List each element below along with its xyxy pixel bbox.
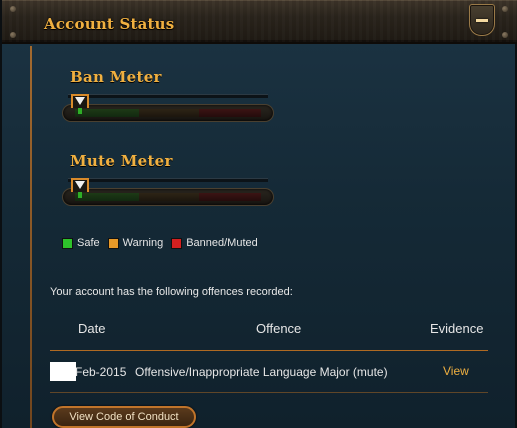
legend-item-safe: Safe: [62, 237, 100, 249]
redacted-day: [50, 362, 76, 381]
meter-warning-zone: [139, 193, 199, 201]
ban-meter: [62, 94, 274, 130]
ban-meter-marker: [71, 94, 89, 114]
column-header-offence: Offence: [256, 321, 302, 336]
table-row-divider: [50, 392, 488, 393]
mute-meter-title: Mute Meter: [70, 152, 173, 170]
ban-meter-title: Ban Meter: [70, 68, 162, 86]
marker-tip: [78, 108, 82, 114]
legend-item-warning: Warning: [107, 237, 164, 249]
collapse-button[interactable]: [469, 4, 495, 36]
down-triangle-icon: [75, 181, 85, 189]
window-title: Account Status: [44, 15, 175, 33]
view-evidence-link[interactable]: View: [443, 364, 469, 378]
panel-border-accent: [30, 46, 32, 428]
offence-description: Offensive/Inappropriate Language Major (…: [135, 365, 388, 379]
warning-swatch: [107, 237, 119, 249]
meter-banned-zone: [199, 109, 261, 117]
banned-swatch: [171, 237, 183, 249]
mute-meter: [62, 178, 274, 214]
meter-legend: Safe Warning Banned/Muted: [62, 236, 258, 250]
column-header-date: Date: [78, 321, 106, 336]
legend-label: Banned/Muted: [186, 237, 258, 249]
titlebar: Account Status: [2, 0, 517, 44]
minus-icon: [476, 19, 488, 22]
offence-date: Feb-2015: [75, 365, 127, 379]
meter-top-rail: [68, 94, 268, 98]
meter-track: [62, 188, 274, 206]
rivet-icon: [10, 32, 16, 38]
table-header-divider: [50, 350, 488, 351]
rivet-icon: [10, 6, 16, 12]
meter-top-rail: [68, 178, 268, 182]
rivet-icon: [502, 32, 508, 38]
offences-intro: Your account has the following offences …: [50, 286, 293, 298]
rivet-icon: [502, 6, 508, 12]
safe-swatch: [62, 237, 73, 249]
marker-tip: [78, 192, 82, 198]
legend-label: Warning: [122, 237, 164, 249]
meter-track: [62, 104, 274, 122]
meter-banned-zone: [199, 193, 261, 201]
down-triangle-icon: [75, 97, 85, 105]
account-status-panel: Account Status Ban Meter Mute Meter Safe…: [0, 0, 517, 428]
mute-meter-marker: [71, 178, 89, 198]
meter-warning-zone: [139, 109, 199, 117]
legend-label: Safe: [77, 237, 100, 249]
legend-item-banned: Banned/Muted: [171, 237, 258, 249]
view-code-of-conduct-button[interactable]: View Code of Conduct: [52, 406, 196, 428]
column-header-evidence: Evidence: [430, 321, 484, 336]
